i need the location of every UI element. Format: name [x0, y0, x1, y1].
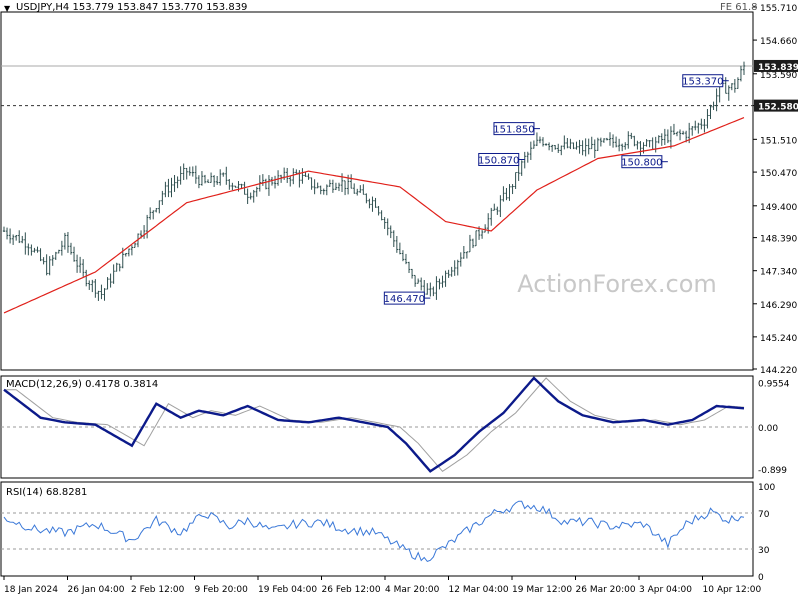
annotation-label: 150.800	[621, 158, 662, 169]
arrow-down-icon[interactable]: ▼	[4, 4, 11, 13]
rsi-header: RSI(14) 68.8281	[6, 487, 87, 498]
time-axis-label: 9 Feb 20:00	[195, 585, 249, 595]
time-axis-label: 19 Feb 04:00	[258, 585, 317, 595]
macd-axis-label: 0.00	[758, 424, 778, 434]
macd-panel	[0, 375, 754, 479]
chart-canvas: ActionForex.com 150.870 146.470 151.850 150…	[0, 2, 799, 595]
price-axis-label: 146.290	[760, 301, 797, 311]
time-axis-label: 2 Feb 12:00	[131, 585, 185, 595]
price-axis-label: 145.240	[760, 334, 797, 344]
rsi-axis-label: 100	[758, 483, 775, 493]
chart-header: USDJPY,H4 153.779 153.847 153.770 153.83…	[16, 2, 247, 13]
price-tag-label: 153.839	[758, 63, 799, 73]
time-axis-label: 19 Mar 12:00	[512, 585, 572, 595]
price-axis-label: 148.390	[760, 235, 797, 245]
rsi-axis-label: 30	[758, 546, 770, 556]
annotation-label: 151.850	[493, 125, 534, 136]
time-axis-label: 3 Apr 04:00	[639, 585, 692, 595]
price-axis-label: 151.510	[760, 136, 797, 146]
rsi-axis-label: 70	[758, 510, 770, 520]
rsi-axis-label: 0	[758, 573, 764, 583]
price-axis-label: 155.710	[760, 4, 797, 14]
annotation-label: 150.870	[478, 155, 519, 166]
macd-axis-label: -0.899	[758, 466, 787, 476]
price-tag-label: 152.580	[758, 103, 799, 113]
price-axis-label: 154.660	[760, 37, 797, 47]
time-axis-label: 12 Mar 04:00	[449, 585, 509, 595]
price-axis-label: 149.400	[760, 203, 797, 213]
watermark: ActionForex.com	[517, 270, 717, 298]
annotation-label: 153.370	[682, 77, 723, 88]
price-axis-label: 147.340	[760, 268, 797, 278]
time-axis-label: 4 Mar 20:00	[385, 585, 440, 595]
annotation-label: 146.470	[384, 294, 425, 305]
time-axis-label: 10 Apr 12:00	[703, 585, 762, 595]
macd-axis-label: 0.9554	[758, 379, 790, 389]
fe-label: FE 61.8	[720, 2, 758, 13]
price-axis-label: 144.220	[760, 366, 797, 376]
price-axis-label: 150.470	[760, 169, 797, 179]
time-axis-label: 26 Mar 20:00	[576, 585, 636, 595]
time-axis-label: 26 Jan 04:00	[68, 585, 125, 595]
macd-header: MACD(12,26,9) 0.4178 0.3814	[6, 379, 158, 390]
time-axis-label: 26 Feb 12:00	[322, 585, 381, 595]
time-axis-label: 18 Jan 2024	[4, 585, 58, 595]
rsi-panel	[0, 481, 754, 577]
